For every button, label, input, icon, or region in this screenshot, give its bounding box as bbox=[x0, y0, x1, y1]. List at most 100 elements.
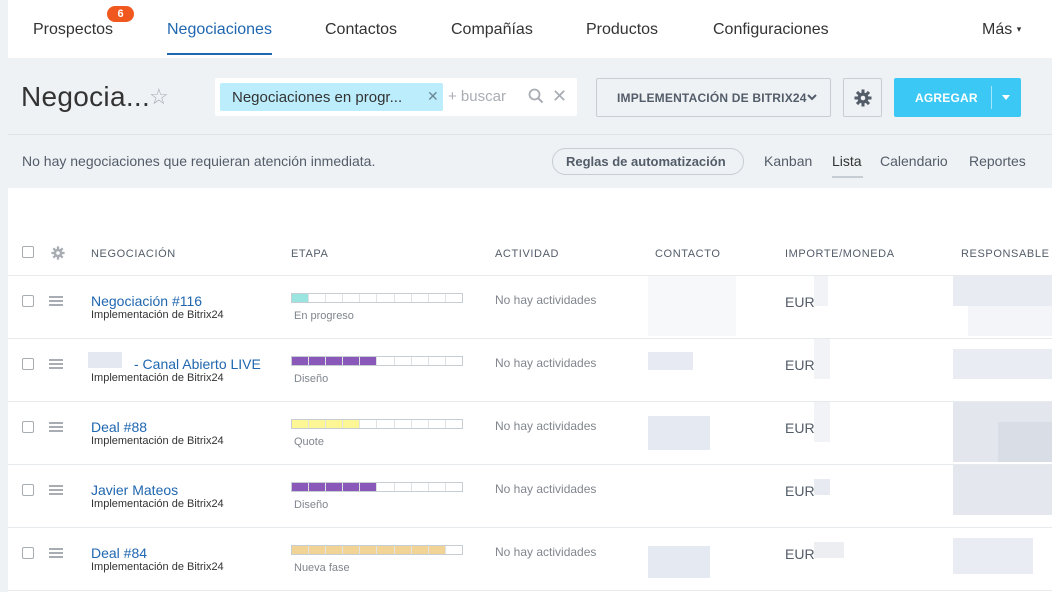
stage-segment bbox=[412, 357, 429, 365]
table-row[interactable]: Deal #88 Implementación de Bitrix24 Quot… bbox=[8, 402, 1052, 465]
stage-segment bbox=[292, 294, 310, 302]
stage-segment bbox=[360, 546, 378, 554]
stage-segment bbox=[360, 294, 378, 302]
settings-button[interactable] bbox=[843, 78, 882, 117]
row-checkbox[interactable] bbox=[22, 484, 34, 496]
filter-search-box[interactable]: Negociaciones en progr... ✕ + buscar ✕ bbox=[215, 78, 577, 116]
star-icon[interactable]: ☆ bbox=[149, 84, 169, 110]
stage-segment bbox=[309, 546, 327, 554]
filter-chip[interactable]: Negociaciones en progr... ✕ bbox=[220, 83, 443, 111]
stage-name: En progreso bbox=[294, 310, 354, 322]
nav-more[interactable]: Más ▾ bbox=[982, 21, 1021, 39]
menu-icon[interactable] bbox=[49, 296, 63, 306]
deal-pipeline: Implementación de Bitrix24 bbox=[91, 498, 224, 510]
stage-segment bbox=[377, 357, 395, 365]
stage-segment bbox=[429, 483, 446, 491]
activity-status: No hay actividades bbox=[495, 482, 597, 496]
stage-segment bbox=[309, 357, 327, 365]
gear-icon bbox=[854, 89, 872, 107]
stage-progress-bar[interactable] bbox=[291, 482, 463, 492]
stage-progress-bar[interactable] bbox=[291, 293, 463, 303]
category-label: IMPLEMENTACIÓN DE BITRIX24 bbox=[617, 91, 807, 105]
stage-segment bbox=[412, 483, 429, 491]
row-checkbox[interactable] bbox=[22, 358, 34, 370]
stage-segment bbox=[309, 483, 327, 491]
nav-configuraciones[interactable]: Configuraciones bbox=[713, 21, 829, 39]
menu-icon[interactable] bbox=[49, 359, 63, 369]
stage-segment bbox=[395, 357, 412, 365]
column-header-importe[interactable]: IMPORTE/MONEDA bbox=[785, 248, 895, 260]
redacted-block bbox=[814, 479, 830, 495]
deal-title-link[interactable]: - Canal Abierto LIVE bbox=[134, 356, 261, 372]
add-button-label: AGREGAR bbox=[915, 91, 978, 105]
row-checkbox[interactable] bbox=[22, 421, 34, 433]
gear-icon[interactable] bbox=[51, 246, 65, 260]
redacted-block bbox=[814, 542, 844, 558]
filter-chip-label: Negociaciones en progr... bbox=[232, 89, 403, 106]
clear-icon[interactable]: ✕ bbox=[552, 87, 567, 105]
nav-negociaciones[interactable]: Negociaciones bbox=[167, 21, 272, 39]
close-icon[interactable]: ✕ bbox=[427, 88, 439, 105]
amount-currency: EUR bbox=[785, 357, 815, 373]
column-header-negociacion[interactable]: NEGOCIACIÓN bbox=[91, 248, 176, 260]
column-header-etapa[interactable]: ETAPA bbox=[291, 248, 328, 260]
deal-title-link[interactable]: Deal #88 bbox=[91, 419, 147, 435]
redacted-block bbox=[814, 276, 828, 306]
stage-segment bbox=[309, 294, 327, 302]
caret-down-icon[interactable] bbox=[1002, 95, 1010, 100]
deal-title-link[interactable]: Deal #84 bbox=[91, 545, 147, 561]
stage-segment bbox=[428, 546, 446, 554]
nav-contactos[interactable]: Contactos bbox=[325, 21, 397, 39]
stage-segment bbox=[429, 294, 446, 302]
stage-segment bbox=[377, 483, 395, 491]
stage-progress-bar[interactable] bbox=[291, 419, 463, 429]
table-row[interactable]: Javier Mateos Implementación de Bitrix24… bbox=[8, 465, 1052, 528]
chevron-down-icon bbox=[807, 94, 817, 101]
stage-segment bbox=[292, 420, 310, 428]
view-calendario[interactable]: Calendario bbox=[880, 153, 948, 169]
add-button[interactable]: AGREGAR bbox=[894, 78, 1021, 117]
stage-segment bbox=[377, 546, 395, 554]
stage-progress-bar[interactable] bbox=[291, 545, 463, 555]
menu-icon[interactable] bbox=[49, 422, 63, 432]
amount-currency: EUR bbox=[785, 546, 815, 562]
column-header-actividad[interactable]: ACTIVIDAD bbox=[495, 248, 559, 260]
deal-pipeline: Implementación de Bitrix24 bbox=[91, 561, 224, 573]
table-row[interactable]: Negociación #116 Implementación de Bitri… bbox=[8, 276, 1052, 339]
deal-title-link[interactable]: Negociación #116 bbox=[91, 293, 202, 309]
nav-companias[interactable]: Compañías bbox=[451, 21, 533, 39]
search-input[interactable]: + buscar bbox=[448, 88, 506, 105]
row-checkbox[interactable] bbox=[22, 295, 34, 307]
divider bbox=[8, 134, 1052, 135]
menu-icon[interactable] bbox=[49, 548, 63, 558]
menu-icon[interactable] bbox=[49, 485, 63, 495]
row-checkbox[interactable] bbox=[22, 547, 34, 559]
stage-segment bbox=[446, 294, 462, 302]
select-all-checkbox[interactable] bbox=[22, 246, 34, 258]
view-kanban[interactable]: Kanban bbox=[764, 153, 812, 169]
active-tab-underline bbox=[167, 53, 272, 55]
nav-productos[interactable]: Productos bbox=[586, 21, 658, 39]
table-row[interactable]: Deal #84 Implementación de Bitrix24 Nuev… bbox=[8, 528, 1052, 591]
add-button-separator bbox=[991, 86, 992, 109]
stage-segment bbox=[377, 420, 395, 428]
automation-rules-button[interactable]: Reglas de automatización bbox=[552, 148, 744, 175]
column-header-contacto[interactable]: CONTACTO bbox=[655, 248, 721, 260]
stage-segment bbox=[446, 420, 462, 428]
stage-segment bbox=[326, 357, 344, 365]
nav-prospectos[interactable]: Prospectos bbox=[33, 21, 113, 39]
view-reportes[interactable]: Reportes bbox=[969, 153, 1026, 169]
table-row[interactable]: - Canal Abierto LIVE Implementación de B… bbox=[8, 339, 1052, 402]
automation-rules-label: Reglas de automatización bbox=[566, 154, 726, 169]
stage-segment bbox=[292, 546, 310, 554]
column-header-responsable[interactable]: RESPONSABLE bbox=[961, 248, 1050, 260]
search-icon[interactable] bbox=[528, 88, 544, 104]
category-select-button[interactable]: IMPLEMENTACIÓN DE BITRIX24 bbox=[596, 78, 831, 117]
activity-status: No hay actividades bbox=[495, 356, 597, 370]
stage-segment bbox=[377, 294, 395, 302]
view-lista[interactable]: Lista bbox=[832, 153, 862, 169]
redacted-block bbox=[648, 546, 710, 578]
stage-segment bbox=[412, 294, 429, 302]
deal-title-link[interactable]: Javier Mateos bbox=[91, 482, 178, 498]
stage-progress-bar[interactable] bbox=[291, 356, 463, 366]
